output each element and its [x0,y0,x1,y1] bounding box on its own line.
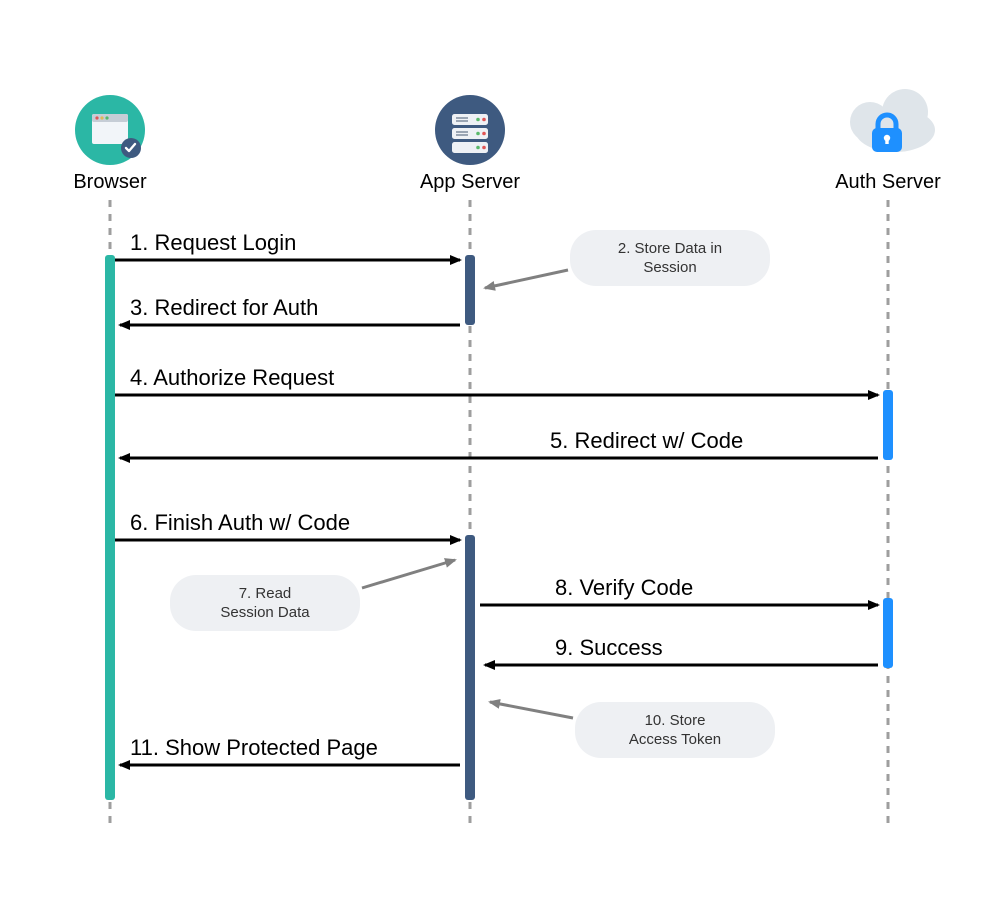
activation-app-2 [465,535,475,800]
note-2-line2: Session [643,259,696,276]
message-9-success: 9. Success [485,635,878,665]
activation-auth-1 [883,390,893,460]
message-5-label: 5. Redirect w/ Code [550,428,743,453]
note-10-store-token: 10. Store Access Token [490,702,775,758]
actor-auth-server: Auth Server [835,89,941,193]
note-2-arrow [485,270,568,288]
message-3-redirect-for-auth: 3. Redirect for Auth [120,295,460,325]
message-8-verify-code: 8. Verify Code [480,575,878,605]
sequence-diagram: Browser App Server Auth Server [0,0,1000,900]
actor-browser-label: Browser [73,171,147,193]
note-10-line1: 10. Store [645,712,706,729]
activation-auth-2 [883,598,893,668]
message-3-label: 3. Redirect for Auth [130,295,318,320]
actor-browser: Browser [73,95,147,193]
message-6-finish-auth: 6. Finish Auth w/ Code [115,510,460,540]
actor-app-server: App Server [420,95,520,193]
note-7-arrow [362,560,455,588]
message-11-label: 11. Show Protected Page [130,735,378,760]
message-1-request-login: 1. Request Login [115,230,460,260]
message-5-redirect-with-code: 5. Redirect w/ Code [120,428,878,458]
message-4-authorize-request: 4. Authorize Request [115,365,878,395]
actor-auth-label: Auth Server [835,171,941,193]
message-9-label: 9. Success [555,635,663,660]
activation-browser [105,255,115,800]
message-11-show-protected: 11. Show Protected Page [120,735,460,765]
activation-app-1 [465,255,475,325]
message-8-label: 8. Verify Code [555,575,693,600]
message-1-label: 1. Request Login [130,230,296,255]
message-4-label: 4. Authorize Request [130,365,334,390]
note-7-line1: 7. Read [239,585,292,602]
note-7-read-session: 7. Read Session Data [170,560,455,631]
note-2-store-session: 2. Store Data in Session [485,230,770,288]
note-10-arrow [490,702,573,718]
note-2-line1: 2. Store Data in [618,240,722,257]
note-10-line2: Access Token [629,731,721,748]
message-6-label: 6. Finish Auth w/ Code [130,510,350,535]
note-7-line2: Session Data [220,604,310,621]
actor-app-label: App Server [420,171,520,193]
